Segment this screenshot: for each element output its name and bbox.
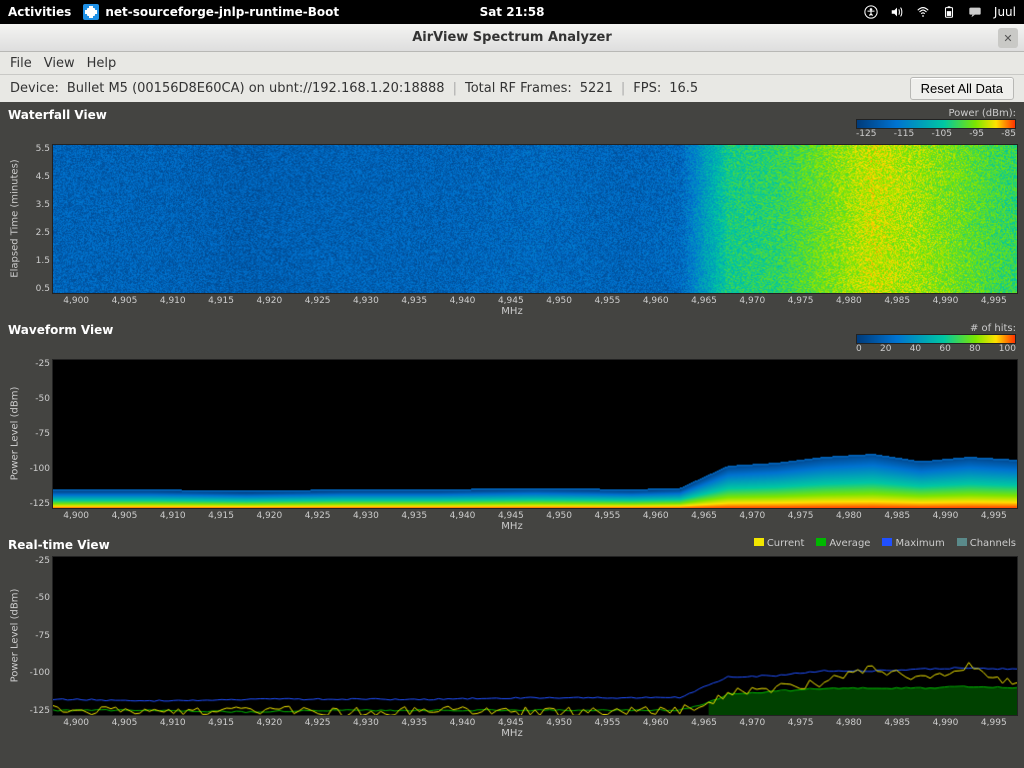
waveform-xaxis: 4,9004,9054,9104,9154,9204,9254,9304,935… — [52, 511, 1018, 521]
window-title: AirView Spectrum Analyzer — [412, 30, 612, 45]
legend-average-swatch — [816, 538, 826, 546]
waveform-legend-gradient — [856, 334, 1016, 344]
realtime-xaxis: 4,9004,9054,9104,9154,9204,9254,9304,935… — [52, 718, 1018, 728]
frames-value: 5221 — [580, 81, 613, 96]
waveform-xlabel: MHz — [6, 521, 1018, 532]
realtime-plot[interactable] — [52, 556, 1018, 716]
realtime-yticks: -25-50-75-100-125 — [24, 556, 52, 716]
realtime-title: Real-time View — [8, 538, 110, 552]
waveform-legend-ticks: 020406080100 — [856, 345, 1016, 355]
running-app-name: net-sourceforge-jnlp-runtime-Boot — [105, 5, 339, 19]
fps-value: 16.5 — [669, 81, 698, 96]
waterfall-plot[interactable] — [52, 144, 1018, 294]
chat-icon[interactable] — [968, 5, 982, 19]
waveform-plot[interactable] — [52, 359, 1018, 509]
waterfall-legend-ticks: -125-115-105-95-85 — [856, 130, 1016, 140]
waveform-title: Waveform View — [8, 323, 113, 337]
accessibility-icon[interactable] — [864, 5, 878, 19]
gnome-topbar: Activities net-sourceforge-jnlp-runtime-… — [0, 0, 1024, 24]
waveform-panel: Waveform View # of hits: 020406080100 Po… — [6, 321, 1018, 532]
waterfall-title: Waterfall View — [8, 108, 107, 122]
device-label: Device: — [10, 81, 59, 96]
waterfall-yticks: 5.54.53.52.51.50.5 — [24, 144, 52, 294]
menubar: File View Help — [0, 52, 1024, 74]
running-app[interactable]: net-sourceforge-jnlp-runtime-Boot — [83, 4, 339, 20]
menu-view[interactable]: View — [40, 54, 79, 73]
realtime-xlabel: MHz — [6, 728, 1018, 739]
wifi-icon[interactable] — [916, 5, 930, 19]
waveform-ylabel: Power Level (dBm) — [10, 387, 21, 481]
waveform-legend-label: # of hits: — [970, 323, 1016, 334]
java-app-icon — [83, 4, 99, 20]
waterfall-legend-label: Power (dBm): — [948, 108, 1016, 119]
waterfall-legend-gradient — [856, 119, 1016, 129]
activities-button[interactable]: Activities — [8, 5, 71, 19]
app-window: AirView Spectrum Analyzer ✕ File View He… — [0, 24, 1024, 768]
frames-label: Total RF Frames: — [465, 81, 572, 96]
waterfall-panel: Waterfall View Power (dBm): -125-115-105… — [6, 106, 1018, 317]
battery-icon[interactable] — [942, 5, 956, 19]
menu-file[interactable]: File — [6, 54, 36, 73]
realtime-panel: Real-time View Current Average Maximum C… — [6, 536, 1018, 739]
reset-all-data-button[interactable]: Reset All Data — [910, 77, 1014, 100]
menu-help[interactable]: Help — [83, 54, 121, 73]
legend-current-swatch — [754, 538, 764, 546]
legend-channels-swatch — [957, 538, 967, 546]
device-value: Bullet M5 (00156D8E60CA) on ubnt://192.1… — [67, 81, 445, 96]
realtime-legend: Current Average Maximum Channels — [754, 538, 1016, 549]
fps-label: FPS: — [633, 81, 661, 96]
waterfall-xaxis: 4,9004,9054,9104,9154,9204,9254,9304,935… — [52, 296, 1018, 306]
user-name[interactable]: Juul — [994, 5, 1016, 19]
window-close-button[interactable]: ✕ — [998, 28, 1018, 48]
waterfall-xlabel: MHz — [6, 306, 1018, 317]
window-titlebar: AirView Spectrum Analyzer ✕ — [0, 24, 1024, 52]
status-line: Device: Bullet M5 (00156D8E60CA) on ubnt… — [0, 74, 1024, 102]
clock[interactable]: Sat 21:58 — [480, 5, 545, 19]
waterfall-ylabel: Elapsed Time (minutes) — [10, 160, 21, 278]
waveform-yticks: -25-50-75-100-125 — [24, 359, 52, 509]
legend-maximum-swatch — [882, 538, 892, 546]
realtime-ylabel: Power Level (dBm) — [10, 589, 21, 683]
volume-icon[interactable] — [890, 5, 904, 19]
